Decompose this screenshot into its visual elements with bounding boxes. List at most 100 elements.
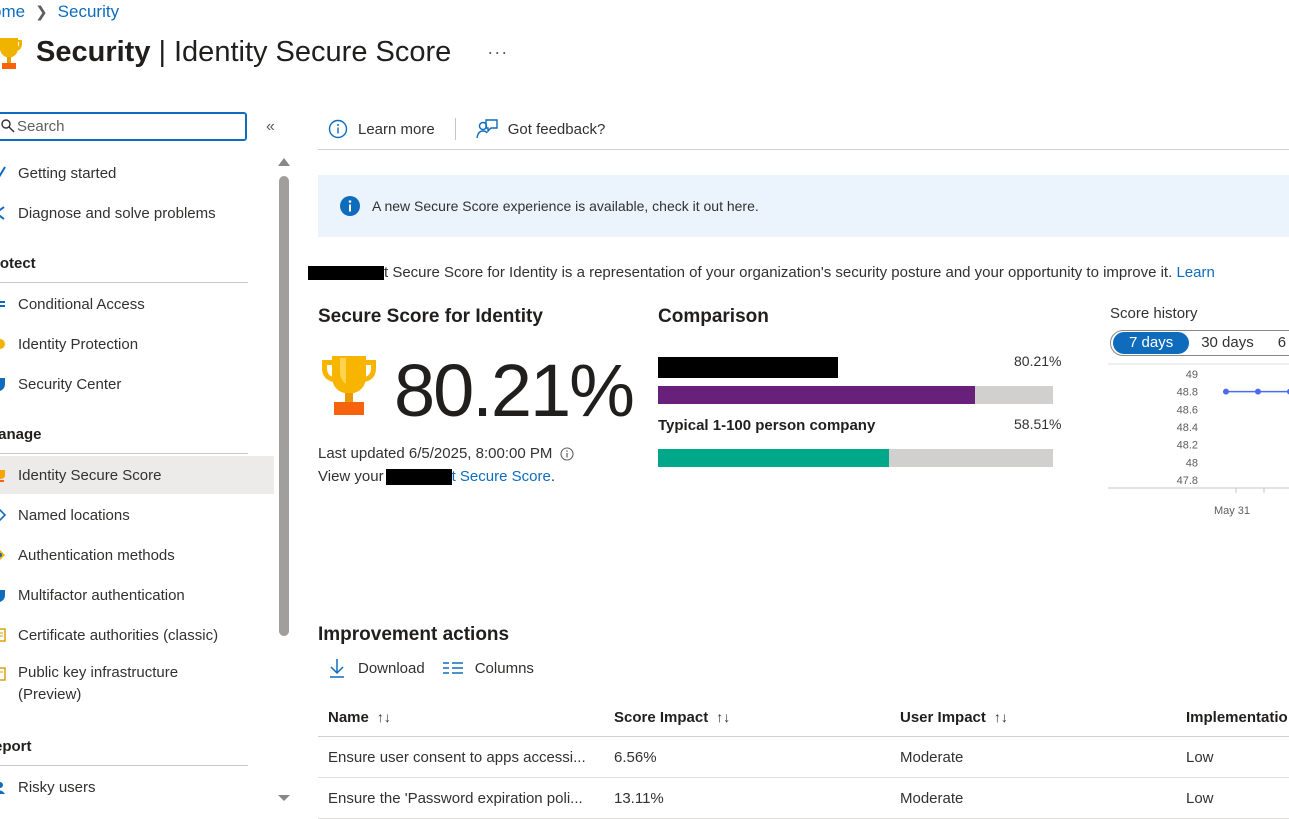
table-header-row: Name ↑↓ Score Impact ↑↓ User Impact ↑↓ I… (318, 698, 1289, 737)
page-title: Security | Identity Secure Score ··· (0, 34, 508, 70)
y-tick-label: 48.8 (1177, 387, 1198, 399)
score-history-range-selector: 7 days 30 days 6 (1110, 330, 1289, 356)
column-header-user-impact[interactable]: User Impact ↑↓ (900, 698, 1176, 736)
sidebar-item-identity-secure-score[interactable]: Identity Secure Score (0, 456, 274, 494)
x-tick-label: May 31 (1214, 505, 1250, 517)
sidebar-item-label: Public key infrastructure (18, 664, 179, 681)
got-feedback-label: Got feedback? (507, 120, 606, 138)
columns-button[interactable]: Columns (442, 660, 534, 677)
comparison-bar-fill-typical (658, 449, 889, 467)
sort-icon[interactable]: ↑↓ (377, 709, 391, 725)
y-tick-label: 48.4 (1177, 422, 1198, 434)
download-button[interactable]: Download (328, 658, 425, 678)
command-bar: Learn more Got feedback? (318, 112, 615, 146)
trophy-icon (322, 356, 376, 415)
score-history-chart: 49 48.8 48.6 48.4 48.2 48 47.8 May 31 (1108, 363, 1289, 517)
sidebar-scrollbar-thumb[interactable] (279, 176, 289, 636)
sidebar-item-label: Multifactor authentication (18, 586, 185, 604)
key-icon (0, 550, 5, 560)
sidebar-item-multifactor-authentication[interactable]: Multifactor authentication (0, 576, 274, 614)
search-icon (1, 119, 15, 133)
conditional-access-icon (0, 301, 5, 307)
more-options-button[interactable]: ··· (487, 42, 508, 63)
sidebar-item-label: Identity Secure Score (18, 466, 162, 484)
redacted-text (308, 266, 384, 281)
sort-icon[interactable]: ↑↓ (716, 709, 730, 725)
info-icon[interactable] (560, 446, 574, 461)
score-history-label: Score history (1110, 305, 1198, 322)
range-tab-30-days[interactable]: 30 days (1189, 332, 1266, 354)
column-header-label: User Impact (900, 708, 986, 726)
learn-more-button[interactable]: Learn more (318, 119, 445, 139)
wrench-icon (0, 206, 5, 220)
secure-score-heading: Secure Score for Identity (318, 306, 543, 327)
download-icon (330, 659, 344, 678)
view-your-text: View your (318, 468, 384, 485)
table-row[interactable]: Ensure user consent to apps accessi... 6… (318, 737, 1289, 778)
sidebar-item-risky-users[interactable]: Risky users (0, 768, 274, 806)
y-tick-label: 48.6 (1177, 404, 1198, 416)
sidebar-item-label: Diagnose and solve problems (18, 204, 216, 222)
column-header-name[interactable]: Name ↑↓ (328, 698, 604, 736)
secure-score-value: 80.21% (394, 349, 635, 432)
cell-score-impact: 6.56% (614, 748, 657, 766)
range-tab-7-days[interactable]: 7 days (1113, 332, 1190, 354)
mfa-shield-icon (0, 590, 5, 602)
sidebar-divider (0, 282, 248, 283)
trophy-icon (0, 38, 22, 69)
getting-started-icon (0, 166, 6, 178)
search-input[interactable] (17, 116, 237, 137)
breadcrumb-home-link[interactable]: ome (0, 2, 25, 22)
description-text: t Secure Score for Identity is a represe… (384, 264, 1173, 281)
sort-icon[interactable]: ↑↓ (994, 709, 1008, 725)
column-header-implementation[interactable]: Implementatio (1186, 698, 1289, 736)
y-tick-label: 48 (1186, 457, 1198, 469)
shield-icon (0, 378, 5, 391)
sidebar-section-manage: lanage (0, 426, 42, 443)
info-banner-text: A new Secure Score experience is availab… (372, 198, 759, 214)
trophy-icon (0, 470, 5, 482)
got-feedback-button[interactable]: Got feedback? (466, 118, 616, 140)
chevron-right-icon: ❯ (35, 4, 48, 21)
risky-users-icon (0, 782, 5, 794)
breadcrumb: ome ❯ Security (0, 2, 119, 22)
info-icon (328, 119, 348, 139)
table-row[interactable]: Ensure the 'Password expiration poli... … (318, 778, 1289, 819)
sidebar-item-label-line2: (Preview) (18, 686, 82, 703)
sidebar-item-conditional-access[interactable]: Conditional Access (0, 285, 274, 323)
sidebar-item-label: Getting started (18, 164, 117, 182)
scroll-up-arrow-icon[interactable] (278, 158, 290, 166)
toolbar-divider (454, 118, 456, 140)
learn-more-link[interactable]: Learn (1176, 264, 1214, 281)
cell-score-impact: 13.11% (614, 789, 664, 807)
column-header-score-impact[interactable]: Score Impact ↑↓ (614, 698, 890, 736)
learn-more-label: Learn more (358, 120, 435, 138)
secure-score-link[interactable]: t Secure Score (452, 468, 551, 485)
sidebar-item-security-center[interactable]: Security Center (0, 365, 274, 403)
sidebar-item-label: Identity Protection (18, 335, 139, 353)
info-banner[interactable]: A new Secure Score experience is availab… (318, 175, 1289, 237)
sidebar-item-getting-started[interactable]: Getting started (0, 154, 274, 192)
y-tick-label: 48.2 (1177, 440, 1198, 452)
scroll-down-arrow-icon[interactable] (278, 795, 290, 801)
column-header-label: Implementatio (1186, 708, 1288, 726)
sidebar-item-public-key-infrastructure[interactable]: Public key infrastructure (Preview) (0, 662, 274, 708)
certificate-icon (0, 628, 6, 642)
sidebar-item-label: Certificate authorities (classic) (18, 626, 219, 644)
sidebar-item-label: Conditional Access (18, 295, 145, 313)
breadcrumb-security-link[interactable]: Security (58, 2, 119, 22)
y-tick-label: 49 (1186, 369, 1198, 381)
redacted-text (658, 357, 838, 378)
sidebar-item-identity-protection[interactable]: Identity Protection (0, 325, 274, 363)
sidebar-item-named-locations[interactable]: Named locations (0, 496, 274, 534)
column-header-label: Score Impact (614, 708, 709, 726)
last-updated-text: Last updated 6/5/2025, 8:00:00 PM (318, 445, 553, 462)
collapse-sidebar-button[interactable]: « (266, 118, 275, 136)
improvement-actions-heading: Improvement actions (318, 624, 510, 645)
sidebar-item-certificate-authorities[interactable]: Certificate authorities (classic) (0, 616, 274, 654)
search-box[interactable] (0, 112, 247, 141)
sidebar-item-authentication-methods[interactable]: Authentication methods (0, 536, 274, 574)
range-tab-6[interactable]: 6 (1266, 332, 1289, 354)
sidebar-item-diagnose[interactable]: Diagnose and solve problems (0, 194, 274, 232)
y-tick-label: 47.8 (1177, 475, 1198, 487)
